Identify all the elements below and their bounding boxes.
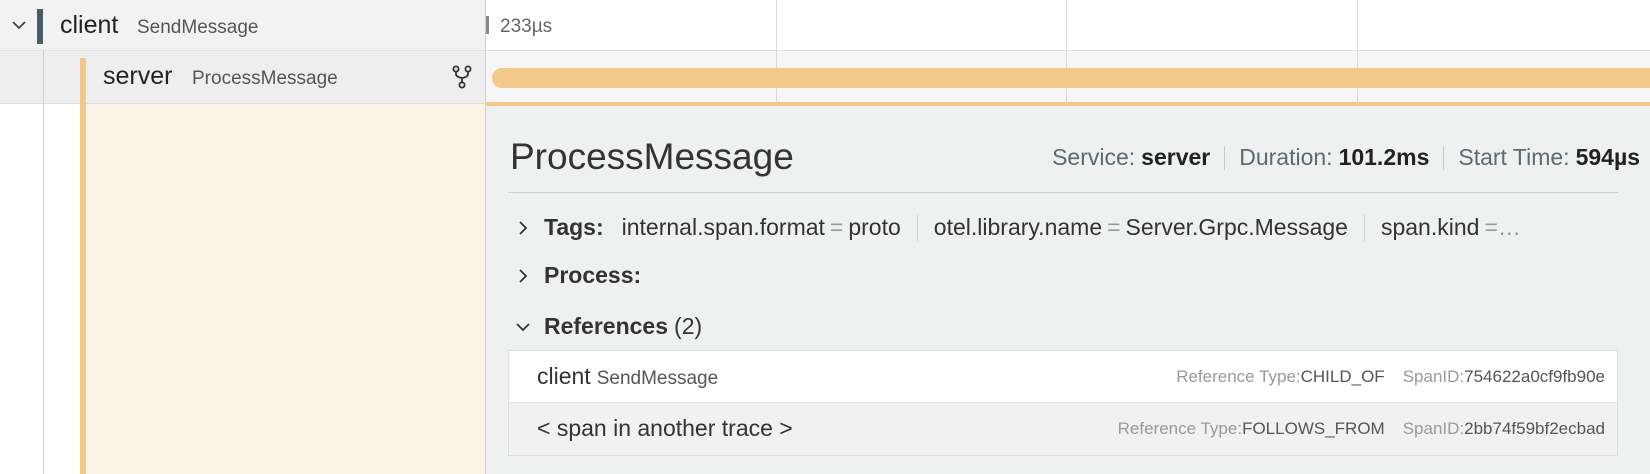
service-label: Service: bbox=[1052, 144, 1136, 170]
divider bbox=[916, 214, 918, 241]
span-detail-panel: ProcessMessage Service: server Duration:… bbox=[486, 106, 1650, 474]
tag-equals: = bbox=[829, 214, 844, 240]
reference-operation: SendMessage bbox=[596, 368, 719, 389]
reference-target[interactable]: client SendMessage bbox=[537, 363, 718, 390]
span-tree: client SendMessage server ProcessMessage bbox=[0, 0, 485, 474]
server-accent-bar bbox=[80, 58, 86, 474]
service-name: client bbox=[60, 11, 119, 39]
reference-service: < span in another trace > bbox=[537, 415, 793, 441]
operation-name: SendMessage bbox=[137, 17, 259, 38]
reference-type-value: CHILD_OF bbox=[1300, 367, 1385, 386]
reference-meta: Reference Type: CHILD_OF SpanID: 754622a… bbox=[1176, 367, 1605, 387]
tag-key: span.kind bbox=[1380, 214, 1480, 240]
process-label: Process: bbox=[544, 262, 642, 288]
span-id-value: 2bb74f59bf2ecbad bbox=[1464, 419, 1605, 438]
service-color-bar bbox=[37, 9, 43, 44]
chevron-right-icon[interactable] bbox=[516, 268, 530, 283]
references-count: (2) bbox=[674, 313, 703, 339]
tag-equals: = bbox=[1107, 214, 1121, 240]
tag-value: proto bbox=[848, 214, 901, 240]
tag-item: otel.library.name = Server.Grpc.Message bbox=[934, 214, 1348, 241]
divider bbox=[1363, 214, 1365, 241]
reference-target[interactable]: < span in another trace > bbox=[537, 415, 793, 442]
tick-gridline bbox=[1357, 0, 1358, 104]
divider bbox=[1443, 145, 1445, 170]
tags-section[interactable]: Tags: internal.span.format = proto otel.… bbox=[516, 214, 1526, 241]
reference-row[interactable]: client SendMessage Reference Type: CHILD_… bbox=[509, 351, 1617, 403]
tick-gridline bbox=[1066, 0, 1067, 104]
reference-type-label: Reference Type: bbox=[1117, 419, 1243, 438]
operation-name: ProcessMessage bbox=[192, 68, 338, 89]
span-id-value: 754622a0cf9fb90e bbox=[1464, 367, 1605, 386]
header-divider bbox=[508, 192, 1618, 193]
chevron-down-icon[interactable] bbox=[10, 16, 28, 34]
references-label: References bbox=[544, 313, 669, 339]
tick-marker bbox=[486, 16, 489, 34]
span-id-label: SpanID: bbox=[1402, 367, 1465, 386]
tag-item: internal.span.format = proto bbox=[622, 214, 901, 241]
chevron-down-icon[interactable] bbox=[516, 320, 530, 334]
span-overview: Service: server Duration: 101.2ms Start … bbox=[1052, 144, 1640, 171]
fork-icon bbox=[452, 65, 472, 89]
chevron-right-icon[interactable] bbox=[516, 220, 530, 235]
span-title: ProcessMessage bbox=[510, 136, 794, 177]
tags-label: Tags: bbox=[544, 214, 604, 240]
duration-label: Duration: bbox=[1239, 144, 1333, 170]
span-row-server[interactable]: server ProcessMessage bbox=[0, 51, 485, 104]
reference-row[interactable]: < span in another trace > Reference Type… bbox=[509, 403, 1617, 455]
references-section[interactable]: References (2) bbox=[516, 313, 702, 340]
tag-key: internal.span.format bbox=[621, 214, 825, 240]
tags-summary: internal.span.format = proto otel.librar… bbox=[622, 214, 1526, 241]
references-table: client SendMessage Reference Type: CHILD_… bbox=[508, 350, 1618, 456]
tag-value: Server.Grpc.Message bbox=[1125, 214, 1348, 240]
reference-meta: Reference Type: FOLLOWS_FROM SpanID: 2bb… bbox=[1118, 419, 1605, 439]
start-time-label: Start Time: bbox=[1458, 144, 1570, 170]
reference-service: client bbox=[537, 363, 591, 389]
tag-key: otel.library.name bbox=[933, 214, 1103, 240]
service-name: server bbox=[103, 62, 173, 90]
span-id-label: SpanID: bbox=[1402, 419, 1465, 438]
start-time-value: 594µs bbox=[1575, 144, 1640, 170]
tree-guide-line bbox=[43, 51, 44, 474]
reference-type-value: FOLLOWS_FROM bbox=[1242, 419, 1385, 438]
timeline-row-client[interactable] bbox=[486, 0, 1650, 51]
tag-equals: =… bbox=[1484, 214, 1521, 240]
duration-value: 101.2ms bbox=[1338, 144, 1430, 170]
tick-label: 233µs bbox=[500, 16, 553, 37]
process-section[interactable]: Process: bbox=[516, 262, 641, 289]
span-duration-bar[interactable] bbox=[492, 68, 1650, 88]
divider bbox=[1224, 145, 1226, 170]
tag-item: span.kind =… bbox=[1381, 214, 1526, 241]
server-detail-backdrop bbox=[86, 104, 485, 474]
tick-gridline bbox=[776, 0, 777, 104]
reference-type-label: Reference Type: bbox=[1176, 367, 1301, 386]
service-value: server bbox=[1141, 144, 1211, 170]
span-row-client[interactable]: client SendMessage bbox=[0, 0, 485, 51]
